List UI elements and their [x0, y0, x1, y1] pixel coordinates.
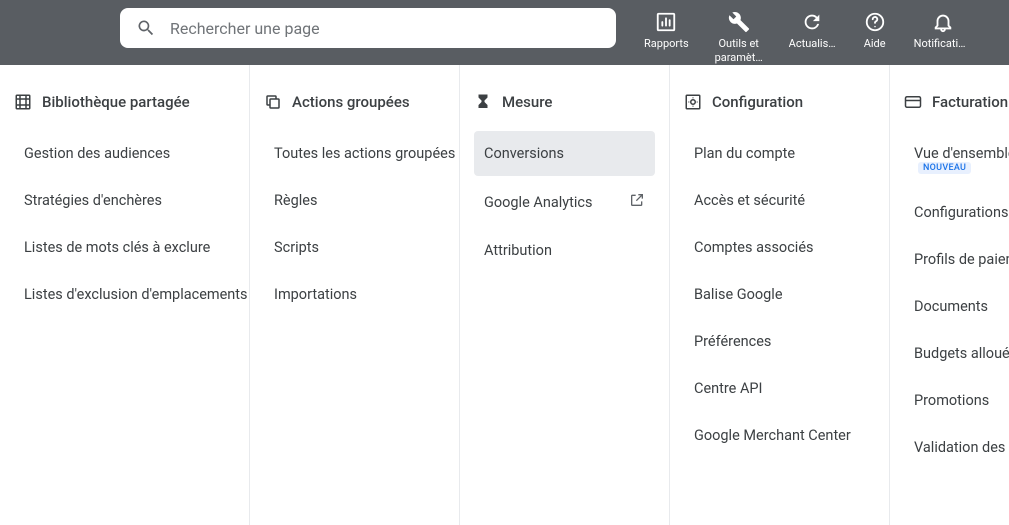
menu-billing-setups[interactable]: Configurations de: [904, 190, 1009, 235]
menu-all-bulk-actions[interactable]: Toutes les actions groupées: [264, 131, 445, 176]
copy-icon: [264, 93, 282, 111]
wrench-icon: [728, 10, 750, 34]
hourglass-icon: [474, 93, 492, 111]
toolbar-help-label: Aide: [864, 37, 886, 51]
col-title: Actions groupées: [292, 93, 410, 111]
menu-documents[interactable]: Documents: [904, 284, 1009, 329]
menu-scripts[interactable]: Scripts: [264, 225, 445, 270]
menu-google-tag[interactable]: Balise Google: [684, 272, 875, 317]
refresh-icon: [801, 10, 823, 34]
menu-placement-exclusion-lists[interactable]: Listes d'exclusion d'emplacements: [14, 272, 235, 317]
col-shared-library: Bibliothèque partagée Gestion des audien…: [0, 65, 250, 525]
menu-linked-accounts[interactable]: Comptes associés: [684, 225, 875, 270]
menu-api-center[interactable]: Centre API: [684, 366, 875, 411]
menu-conversions[interactable]: Conversions: [474, 131, 655, 176]
menu-access-security[interactable]: Accès et sécurité: [684, 178, 875, 223]
col-billing: Facturation Vue d'ensemble d NOUVEAU Con…: [890, 65, 1009, 525]
col-header-billing: Facturation: [904, 93, 1009, 111]
bell-icon: [932, 10, 954, 34]
menu-google-analytics[interactable]: Google Analytics: [474, 178, 655, 226]
menu-bid-strategies[interactable]: Stratégies d'enchères: [14, 178, 235, 223]
col-header-configuration: Configuration: [684, 93, 875, 111]
menu-negative-keyword-lists[interactable]: Listes de mots clés à exclure: [14, 225, 235, 270]
col-title: Configuration: [712, 93, 803, 111]
new-badge: NOUVEAU: [918, 162, 971, 174]
menu-rules[interactable]: Règles: [264, 178, 445, 223]
toolbar-reports[interactable]: Rapports: [634, 8, 699, 65]
col-header-measure: Mesure: [474, 93, 655, 111]
menu-payment-profiles[interactable]: Profils de paieme: [904, 237, 1009, 282]
toolbar-tools[interactable]: Outils et paramèt…: [699, 8, 779, 65]
menu-merchant-center[interactable]: Google Merchant Center: [684, 413, 875, 458]
topbar: Rapports Outils et paramèt… Actualis… Ai…: [0, 0, 1009, 65]
card-icon: [904, 93, 922, 111]
menu-attribution[interactable]: Attribution: [474, 228, 655, 273]
menu-billing-overview[interactable]: Vue d'ensemble d NOUVEAU: [904, 131, 1009, 188]
menu-promotions[interactable]: Promotions: [904, 378, 1009, 423]
menu-uploads[interactable]: Importations: [264, 272, 445, 317]
menu-advertiser-verification[interactable]: Validation des an: [904, 425, 1009, 470]
toolbar-reports-label: Rapports: [644, 37, 689, 51]
help-icon: [864, 10, 886, 34]
menu-account-budgets[interactable]: Budgets alloués a: [904, 331, 1009, 376]
col-bulk-actions: Actions groupées Toutes les actions grou…: [250, 65, 460, 525]
toolbar-refresh-label: Actualis…: [789, 37, 836, 51]
col-title: Facturation: [932, 93, 1008, 111]
col-header-shared-library: Bibliothèque partagée: [14, 93, 235, 111]
toolbar-notifications[interactable]: Notifications: [904, 8, 982, 65]
main-menu: Bibliothèque partagée Gestion des audien…: [0, 65, 1009, 525]
toolbar: Rapports Outils et paramèt… Actualis… Ai…: [634, 8, 982, 65]
col-measure: Mesure Conversions Google Analytics Attr…: [460, 65, 670, 525]
col-title: Bibliothèque partagée: [42, 93, 190, 111]
col-configuration: Configuration Plan du compte Accès et sé…: [670, 65, 890, 525]
library-icon: [14, 93, 32, 111]
search-icon: [136, 18, 156, 38]
menu-preferences[interactable]: Préférences: [684, 319, 875, 364]
toolbar-tools-label: Outils et paramèt…: [709, 37, 769, 65]
menu-account-map[interactable]: Plan du compte: [684, 131, 875, 176]
external-link-icon: [621, 192, 645, 212]
search-box[interactable]: [120, 8, 616, 48]
toolbar-notifications-label: Notifications: [914, 37, 972, 51]
search-input[interactable]: [170, 19, 600, 38]
bar-chart-icon: [655, 10, 677, 34]
toolbar-refresh[interactable]: Actualis…: [779, 8, 846, 65]
col-title: Mesure: [502, 93, 552, 111]
col-header-bulk-actions: Actions groupées: [264, 93, 445, 111]
toolbar-help[interactable]: Aide: [846, 8, 904, 65]
gear-icon: [684, 93, 702, 111]
menu-audience-management[interactable]: Gestion des audiences: [14, 131, 235, 176]
